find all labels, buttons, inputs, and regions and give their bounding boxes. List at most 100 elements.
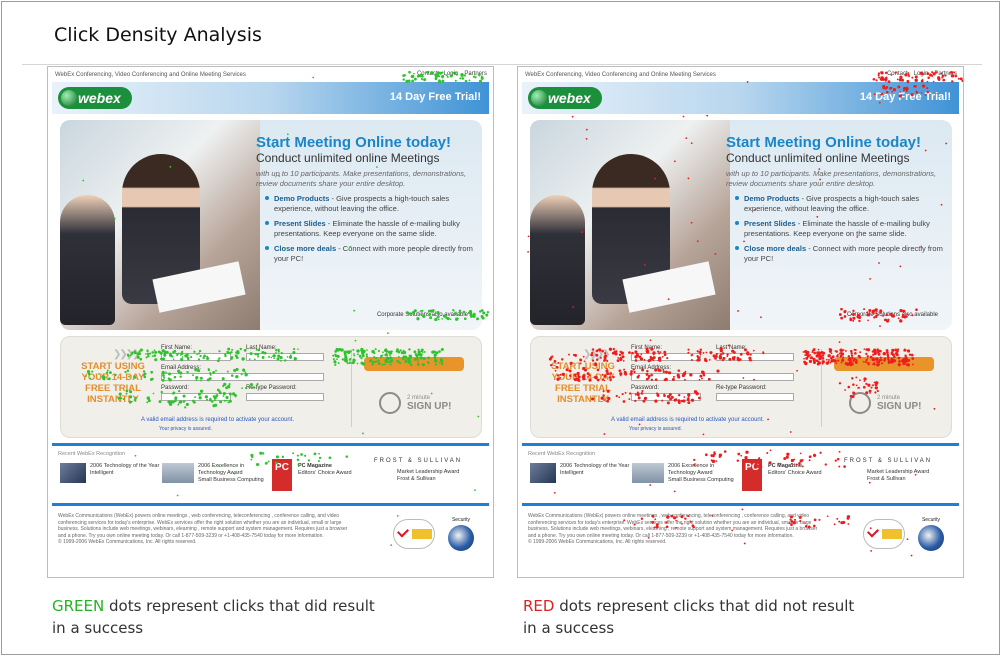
- click-dot: [149, 352, 152, 355]
- click-dot: [228, 392, 232, 396]
- click-dot: [474, 76, 477, 79]
- click-dot: [568, 353, 570, 356]
- click-dot: [313, 452, 317, 456]
- click-dot: [216, 359, 220, 363]
- click-dot: [652, 356, 656, 360]
- click-dot: [830, 356, 833, 360]
- click-dot: [633, 370, 636, 374]
- click-dot: [667, 395, 671, 399]
- click-dot: [882, 314, 884, 317]
- click-dot: [118, 392, 122, 396]
- click-dot: [868, 389, 872, 393]
- click-dot: [869, 355, 873, 359]
- click-dot: [728, 357, 732, 361]
- click-dot: [727, 344, 730, 347]
- click-dot: [555, 365, 559, 369]
- click-dot: [803, 357, 805, 360]
- click-dot: [808, 359, 813, 364]
- click-dot: [815, 359, 819, 363]
- click-dot: [463, 317, 467, 321]
- click-dot: [904, 73, 908, 77]
- click-dot: [891, 358, 895, 362]
- click-dot: [243, 370, 245, 373]
- click-dot: [256, 353, 260, 356]
- click-dot: [480, 315, 484, 319]
- click-dot: [762, 351, 765, 354]
- click-dot: [698, 350, 702, 354]
- click-dot: [869, 392, 871, 394]
- click-dot: [405, 79, 409, 84]
- click-dot: [897, 356, 901, 360]
- click-dot: [245, 386, 248, 390]
- click-dot: [687, 177, 690, 180]
- click-dot: [167, 400, 170, 404]
- click-dot: [233, 368, 236, 372]
- click-dot: [105, 371, 109, 374]
- click-dot: [873, 381, 876, 384]
- click-dot: [692, 526, 695, 529]
- click-dot: [855, 358, 858, 362]
- click-dot: [396, 360, 399, 363]
- click-dot: [880, 362, 884, 365]
- click-dot: [618, 369, 622, 373]
- click-dot: [859, 379, 861, 382]
- click-dot: [198, 396, 202, 400]
- click-dot: [699, 348, 702, 351]
- left-caption: GREEN dots represent clicks that did res…: [52, 597, 375, 637]
- click-dot: [898, 360, 901, 363]
- click-dot: [649, 359, 652, 362]
- click-dot: [397, 350, 401, 354]
- click-dot: [389, 357, 392, 360]
- click-dot: [142, 370, 146, 373]
- click-dot: [655, 523, 659, 526]
- click-dot: [169, 165, 172, 168]
- click-dot: [630, 370, 633, 373]
- click-dot: [195, 376, 199, 380]
- click-dot: [459, 311, 462, 314]
- click-dot: [647, 536, 650, 539]
- click-dot: [421, 309, 424, 312]
- click-dot: [254, 353, 257, 356]
- click-dot: [527, 250, 529, 253]
- click-dot: [356, 353, 359, 356]
- click-dot: [176, 354, 178, 357]
- click-dot: [464, 79, 468, 83]
- click-dot: [833, 523, 836, 526]
- click-dot: [926, 80, 929, 83]
- click-dot: [896, 78, 899, 81]
- click-dot: [866, 313, 871, 317]
- click-dot: [875, 357, 879, 361]
- click-dot: [151, 377, 154, 381]
- click-dot: [740, 454, 743, 457]
- click-dot: [682, 115, 685, 118]
- click-dot: [387, 361, 390, 364]
- click-dot: [702, 433, 705, 436]
- click-dot: [926, 87, 929, 90]
- click-dot: [199, 376, 203, 380]
- click-dot: [839, 355, 842, 358]
- click-dot: [569, 361, 573, 365]
- click-dot: [619, 357, 623, 362]
- click-dot: [354, 339, 357, 342]
- click-dot: [933, 407, 936, 410]
- click-dot: [876, 389, 879, 393]
- click-dot: [599, 356, 602, 359]
- click-dot: [434, 75, 438, 79]
- click-dot: [718, 356, 723, 360]
- click-dot: [752, 349, 755, 352]
- click-dot: [272, 355, 274, 357]
- click-dot: [847, 385, 851, 389]
- click-dot: [204, 395, 207, 398]
- click-dot: [689, 520, 692, 523]
- click-dot: [882, 86, 886, 90]
- click-dot: [227, 347, 231, 351]
- click-dot: [423, 78, 427, 82]
- click-dot: [872, 312, 875, 315]
- click-dot: [228, 383, 231, 386]
- click-dot: [430, 71, 434, 75]
- click-dot: [264, 461, 268, 465]
- click-dot: [944, 74, 947, 77]
- click-dot: [865, 352, 868, 356]
- click-dot: [356, 362, 359, 365]
- click-dot: [666, 356, 669, 360]
